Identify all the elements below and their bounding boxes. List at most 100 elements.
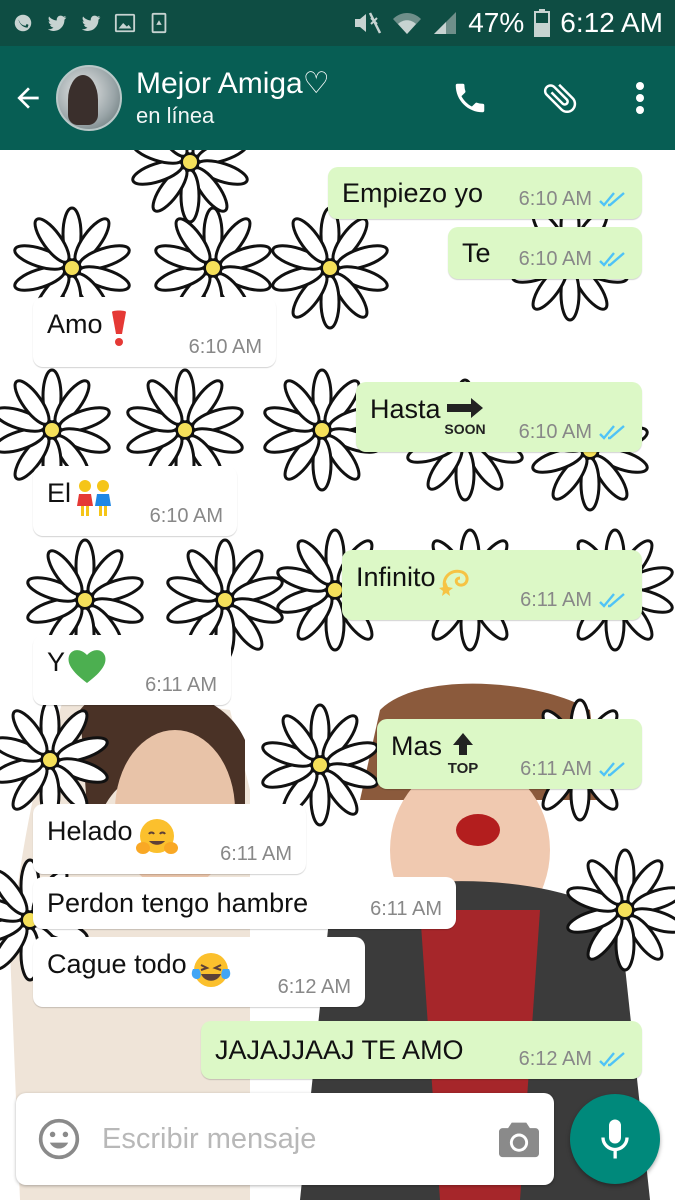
battery-percent: 47% <box>468 7 525 38</box>
message-time: 6:11 AM <box>145 674 217 696</box>
outgoing-message[interactable]: Infinito 6:11 AM <box>342 550 642 620</box>
message-time: 6:10 AM <box>518 248 592 270</box>
message-text: Empiezo yo <box>342 177 484 208</box>
svg-text:TOP: TOP <box>448 760 479 777</box>
system-icons: 47% 6:12 AM <box>352 7 663 39</box>
twitter-icon <box>47 15 67 31</box>
microphone-icon <box>601 1119 629 1159</box>
incoming-message[interactable]: Cague todo 6:12 AM <box>33 937 365 1007</box>
overflow-menu-button[interactable] <box>605 46 675 150</box>
back-button[interactable] <box>0 46 56 150</box>
incoming-message[interactable]: Y 6:11 AM <box>33 635 231 705</box>
incoming-message[interactable]: El 6:10 AM <box>33 466 237 536</box>
message-meta: 6:10 AM <box>150 505 223 528</box>
signal-icon <box>434 12 457 34</box>
wifi-icon <box>393 13 422 34</box>
recycle-icon <box>151 12 167 34</box>
heavy-exclamation-icon <box>105 309 133 354</box>
message-meta: 6:12 AM <box>278 976 351 999</box>
message-meta: 6:11 AM <box>520 589 628 612</box>
header-actions <box>425 46 675 150</box>
dizzy-icon <box>438 562 474 605</box>
read-receipt-icon <box>599 1051 625 1067</box>
read-receipt-icon <box>599 424 625 440</box>
camera-button[interactable] <box>484 1093 554 1185</box>
image-icon <box>114 13 136 33</box>
outgoing-message[interactable]: Empiezo yo 6:10 AM <box>328 167 642 219</box>
more-vertical-icon <box>636 82 644 114</box>
message-text: Y <box>47 647 66 677</box>
chat-notification-icon <box>14 14 32 32</box>
message-time: 6:12 AM <box>518 1048 592 1070</box>
top-arrow-icon: TOP <box>444 731 482 784</box>
clock: 6:12 AM <box>560 7 663 38</box>
attach-button[interactable] <box>515 46 605 150</box>
svg-text:SOON: SOON <box>444 421 485 437</box>
outgoing-message[interactable]: Te 6:10 AM <box>448 227 642 279</box>
message-text: El <box>47 478 72 508</box>
message-text: JAJAJJAAJ TE AMO <box>215 1034 464 1065</box>
message-time: 6:11 AM <box>370 898 442 920</box>
mute-icon <box>355 12 382 34</box>
message-text: Helado <box>47 816 133 846</box>
two-women-holding-hands-icon <box>73 478 115 525</box>
message-meta: 6:11 AM <box>520 758 628 781</box>
message-time: 6:11 AM <box>520 589 592 611</box>
message-time: 6:10 AM <box>188 336 262 358</box>
green-heart-icon <box>67 647 107 692</box>
arrow-back-icon <box>17 87 39 109</box>
message-text: Amo <box>47 309 103 339</box>
notification-icons <box>12 12 170 34</box>
message-text: Hasta <box>370 394 441 424</box>
soon-arrow-icon: SOON <box>443 394 487 445</box>
incoming-message[interactable]: Amo 6:10 AM <box>33 297 276 367</box>
message-time: 6:11 AM <box>520 758 592 780</box>
read-receipt-icon <box>599 761 625 777</box>
phone-icon <box>455 83 485 113</box>
emoji-button[interactable] <box>16 1093 102 1185</box>
message-time: 6:11 AM <box>220 843 292 865</box>
message-meta: 6:12 AM <box>519 1048 628 1071</box>
message-meta: 6:11 AM <box>220 843 292 866</box>
incoming-message[interactable]: Perdon tengo hambre 6:11 AM <box>33 877 456 929</box>
message-meta: 6:10 AM <box>189 336 262 359</box>
outgoing-message[interactable]: JAJAJJAAJ TE AMO 6:12 AM <box>201 1021 642 1079</box>
mic-button[interactable] <box>570 1094 660 1184</box>
message-text: Perdon tengo hambre <box>47 887 309 918</box>
message-time: 6:10 AM <box>149 505 223 527</box>
call-button[interactable] <box>425 46 515 150</box>
message-meta: 6:10 AM <box>519 421 628 444</box>
read-receipt-icon <box>599 251 625 267</box>
twitter-icon <box>81 15 101 31</box>
outgoing-message[interactable]: Mas TOP 6:11 AM <box>377 719 642 789</box>
composer <box>16 1093 554 1185</box>
contact-status: en línea <box>136 103 215 128</box>
contact-info[interactable]: Mejor Amiga♡ en línea <box>136 66 330 130</box>
message-time: 6:12 AM <box>277 976 351 998</box>
message-text: Cague todo <box>47 949 187 979</box>
incoming-message[interactable]: Helado 6:11 AM <box>33 804 306 874</box>
battery-icon <box>534 9 551 37</box>
message-input[interactable] <box>102 1122 472 1156</box>
message-meta: 6:10 AM <box>519 248 628 271</box>
message-text: Infinito <box>356 562 436 592</box>
avatar[interactable] <box>56 65 122 131</box>
chat-area[interactable]: Empiezo yo 6:10 AM Te 6:10 AM Amo 6:10 AM Hast… <box>0 150 675 1200</box>
read-receipt-icon <box>599 191 625 207</box>
status-bar: 47% 6:12 AM <box>0 0 675 46</box>
outgoing-message[interactable]: Hasta SOON 6:10 AM <box>356 382 642 452</box>
message-text: Te <box>462 237 491 268</box>
message-time: 6:10 AM <box>518 421 592 443</box>
message-text: Mas <box>391 731 443 761</box>
contact-name: Mejor Amiga♡ <box>136 67 330 100</box>
chat-header: Mejor Amiga♡ en línea <box>0 46 675 150</box>
paperclip-icon <box>543 83 577 114</box>
message-meta: 6:10 AM <box>519 188 628 211</box>
tears-of-joy-icon <box>189 949 233 998</box>
message-time: 6:10 AM <box>518 188 592 210</box>
message-meta: 6:11 AM <box>370 898 442 921</box>
read-receipt-icon <box>599 592 625 608</box>
smiley-icon <box>38 1118 80 1160</box>
message-meta: 6:11 AM <box>145 674 217 697</box>
camera-icon <box>499 1122 539 1158</box>
